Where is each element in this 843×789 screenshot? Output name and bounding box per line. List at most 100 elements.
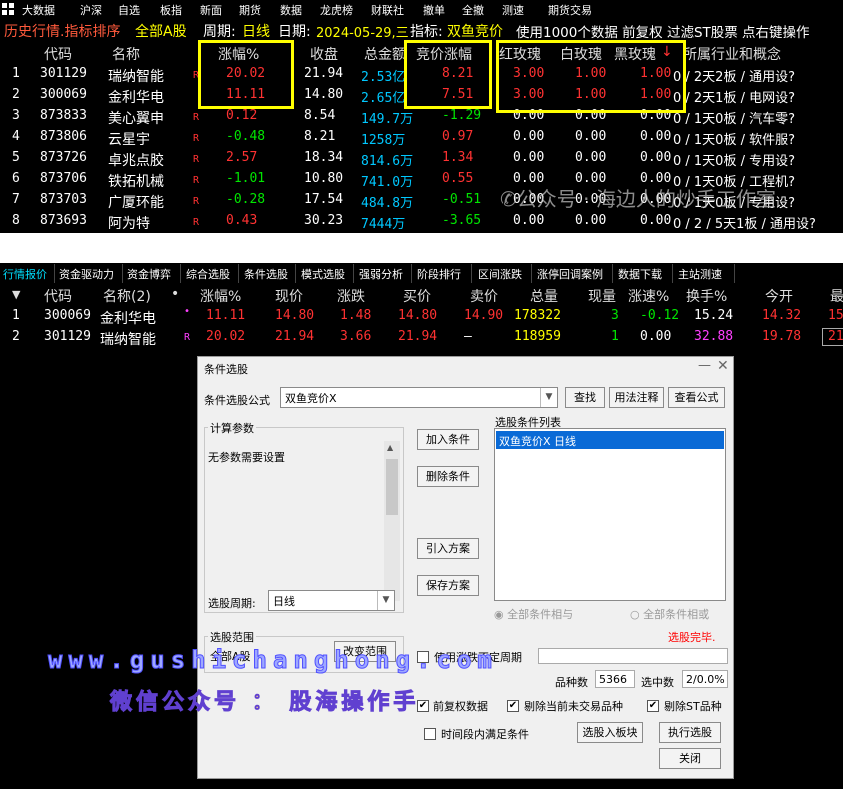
tab-stage-rank[interactable]: 阶段排行 <box>412 264 472 283</box>
menu-item[interactable]: 数据 <box>280 2 302 18</box>
tab-data-download[interactable]: 数据下载 <box>613 264 673 283</box>
to-block-button[interactable]: 选股入板块 <box>577 722 643 743</box>
untraded-checkbox[interactable]: ✔ <box>507 700 519 712</box>
table-row[interactable]: 4 873806 云星宇 R -0.48 8.21 1258万 0.97 0.00 0.00 0.0… <box>0 127 843 148</box>
col-name[interactable]: 名称 <box>112 44 140 64</box>
scroll-up-icon[interactable]: ▲ <box>387 443 393 452</box>
table-row[interactable]: 2 301129 瑞纳智能 R 20.02 21.94 3.66 21.94 – 118959 1 0… <box>0 327 843 348</box>
chevron-down-icon[interactable]: ▼ <box>540 388 557 407</box>
minimize-icon[interactable]: — <box>698 358 711 373</box>
view-formula-button[interactable]: 查看公式 <box>668 387 725 408</box>
col-close[interactable]: 收盘 <box>310 44 338 64</box>
tab-strength[interactable]: 强弱分析 <box>354 264 412 283</box>
menu-item[interactable]: 全撤 <box>462 2 484 18</box>
condition-list[interactable]: 双鱼竞价X 日线 <box>494 428 726 601</box>
close-price: 10.80 <box>304 171 344 186</box>
sell-price: 14.90 <box>464 308 504 323</box>
tab-combo-select[interactable]: 综合选股 <box>181 264 239 283</box>
col2-diff[interactable]: 涨跌 <box>337 286 365 306</box>
period-select[interactable]: 日线 ▼ <box>268 590 395 611</box>
info-options: 使用1000个数据 前复权 过滤ST股票 点右键操作 <box>516 25 810 41</box>
row-number: 2 <box>12 329 20 344</box>
usage-button[interactable]: 用法注释 <box>609 387 664 408</box>
chevron-down-icon[interactable]: ▼ <box>377 591 394 610</box>
st-checkbox[interactable]: ✔ <box>647 700 659 712</box>
menu-item[interactable]: 大数据 <box>22 2 55 18</box>
market-label[interactable]: 全部A股 <box>135 21 187 41</box>
params-label: 计算参数 <box>208 420 256 436</box>
menu-item[interactable]: 财联社 <box>371 2 404 18</box>
date-value[interactable]: 2024-05-29,三 <box>316 22 409 41</box>
run-select-button[interactable]: 执行选股 <box>659 722 721 743</box>
timerange-checkbox[interactable] <box>424 728 436 740</box>
stock-code: 873806 <box>40 129 87 144</box>
close-price: 18.34 <box>304 150 344 165</box>
col-industry[interactable]: 所属行业和概念 <box>683 44 781 64</box>
tab-limit-cases[interactable]: 涨停回调案例 <box>532 264 613 283</box>
col2-high[interactable]: 最 <box>830 286 843 306</box>
col-amount[interactable]: 总金额 <box>364 44 406 64</box>
formula-value: 双鱼竞价X <box>285 392 337 405</box>
find-button[interactable]: 查找 <box>565 387 605 408</box>
close-price: 14.80 <box>304 87 344 102</box>
menu-item[interactable]: 新面 <box>200 2 222 18</box>
tab-range-change[interactable]: 区间涨跌 <box>472 264 532 283</box>
tab-speed-test[interactable]: 主站测速 <box>673 264 735 283</box>
sell-price: – <box>464 329 472 344</box>
tab-capital-game[interactable]: 资金博弈 <box>123 264 181 283</box>
close-icon[interactable]: ✕ <box>717 358 729 374</box>
col2-change[interactable]: 涨幅% <box>200 286 241 306</box>
formula-select[interactable]: 双鱼竞价X ▼ <box>280 387 558 408</box>
total-volume: 118959 <box>514 329 561 344</box>
tab-quote[interactable]: 行情报价 <box>0 264 55 283</box>
indicator-value[interactable]: 双鱼竞价 <box>447 21 503 41</box>
col2-price[interactable]: 现价 <box>275 286 303 306</box>
add-condition-button[interactable]: 加入条件 <box>417 429 479 450</box>
uncertain-period-input[interactable] <box>538 648 728 664</box>
save-plan-button[interactable]: 保存方案 <box>417 575 479 596</box>
change-amount: 3.66 <box>340 329 372 344</box>
table-row[interactable]: 5 873726 卓兆点胶 R 2.57 18.34 814.6万 1.34 0.00 0.00 0… <box>0 148 843 169</box>
delete-condition-button[interactable]: 删除条件 <box>417 466 479 487</box>
col2-sell[interactable]: 卖价 <box>470 286 498 306</box>
menu-item[interactable]: 自选 <box>118 2 140 18</box>
current-price: 14.80 <box>275 308 315 323</box>
scroll-thumb[interactable] <box>386 459 398 515</box>
buy-price: 21.94 <box>398 329 438 344</box>
condition-list-item[interactable]: 双鱼竞价X 日线 <box>496 431 724 449</box>
tab-capital-drive[interactable]: 资金驱动力 <box>55 264 123 283</box>
table-row[interactable]: 3 873833 美心翼申 R 0.12 8.54 149.7万 -1.29 0.00 0.00 0… <box>0 106 843 127</box>
period-value[interactable]: 日线 <box>242 21 270 41</box>
col2-cur-vol[interactable]: 现量 <box>588 286 616 306</box>
tab-condition-select[interactable]: 条件选股 <box>239 264 296 283</box>
col2-name[interactable]: 名称(2) <box>103 286 151 306</box>
radio-and[interactable]: ◉ 全部条件相与 <box>494 606 573 622</box>
dialog-titlebar[interactable]: 条件选股 — ✕ <box>198 357 733 377</box>
menu-item[interactable]: 板指 <box>160 2 182 18</box>
col2-open[interactable]: 今开 <box>765 286 793 306</box>
tab-pattern-select[interactable]: 模式选股 <box>296 264 354 283</box>
menu-item[interactable]: 沪深 <box>80 2 102 18</box>
menu-item[interactable]: 期货 <box>239 2 261 18</box>
menu-item[interactable]: 期货交易 <box>548 2 592 18</box>
radio-or[interactable]: ○ 全部条件相或 <box>630 606 709 622</box>
params-scrollbar[interactable]: ▲ <box>384 441 400 601</box>
col2-turnover[interactable]: 换手% <box>686 286 727 306</box>
col2-volume[interactable]: 总量 <box>530 286 558 306</box>
period-select-value: 日线 <box>273 595 295 608</box>
dropdown-triangle-icon[interactable]: ▼ <box>12 288 20 301</box>
menu-item[interactable]: 龙虎榜 <box>320 2 353 18</box>
col2-speed[interactable]: 涨速% <box>628 286 669 306</box>
table-row[interactable]: 1 300069 金利华电 • 11.11 14.80 1.48 14.80 14.90 1783… <box>0 306 843 327</box>
total-amount: 149.7万 <box>361 112 414 127</box>
import-plan-button[interactable]: 引入方案 <box>417 538 479 559</box>
close-button[interactable]: 关闭 <box>659 748 721 769</box>
menu-item[interactable]: 测速 <box>502 2 524 18</box>
col2-code[interactable]: 代码 <box>44 286 72 306</box>
table-row[interactable]: 8 873693 阿为特 R 0.43 30.23 7444万 -3.65 0.00 0.00 0.… <box>0 211 843 232</box>
col2-buy[interactable]: 买价 <box>403 286 431 306</box>
stock-code: 873703 <box>40 192 87 207</box>
col-code[interactable]: 代码 <box>44 44 72 64</box>
rights-flag: R <box>193 196 200 207</box>
menu-item[interactable]: 撤单 <box>423 2 445 18</box>
